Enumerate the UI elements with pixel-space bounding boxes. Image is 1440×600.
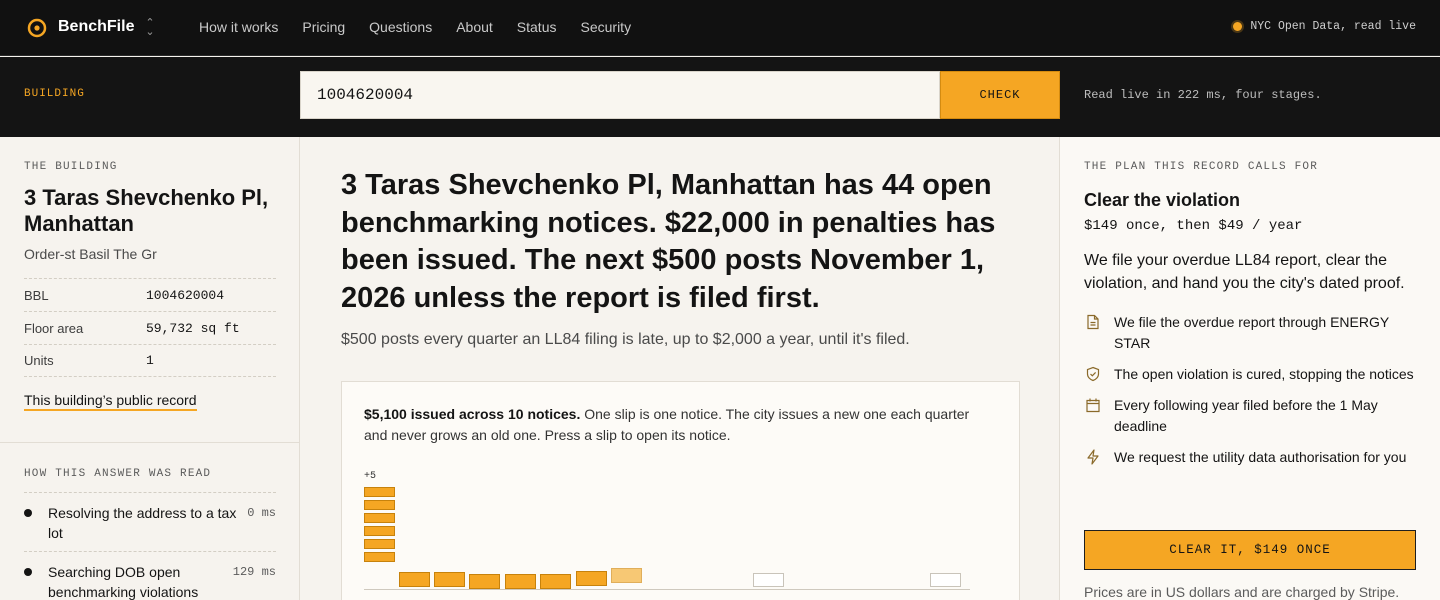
fact-label: BBL	[24, 287, 49, 303]
live-status-text: NYC Open Data, read live	[1250, 20, 1416, 33]
fact-value: 1004620004	[146, 287, 225, 303]
plan-title: Clear the violation	[1084, 190, 1241, 210]
fact-label: Floor area	[24, 320, 84, 336]
slip-row	[342, 382, 1021, 600]
notice-slip[interactable]	[505, 574, 536, 589]
building-search-input[interactable]: 1004620004	[300, 71, 940, 119]
read-step-time: 129 ms	[232, 565, 276, 579]
read-timing-note: Read live in 222 ms, four stages.	[1084, 88, 1322, 102]
plan-eyebrow: THE PLAN THIS RECORD CALLS FOR	[1084, 161, 1319, 173]
plan-feature: We file the overdue report through ENERG…	[1084, 312, 1416, 354]
building-facts: BBL 1004620004 Floor area 59,732 sq ft U…	[24, 278, 276, 377]
live-status: NYC Open Data, read live	[1233, 20, 1416, 33]
notice-slip[interactable]	[576, 571, 607, 586]
fact-row: BBL 1004620004	[24, 278, 276, 311]
notice-slip[interactable]	[399, 572, 430, 587]
read-steps: Resolving the address to a tax lot 0 ms …	[24, 492, 276, 600]
pricing-fine-print: Prices are in US dollars and are charged…	[1084, 584, 1400, 600]
nav-link-pricing[interactable]: Pricing	[302, 19, 345, 35]
plan-feature-text: The open violation is cured, stopping th…	[1114, 366, 1414, 382]
lightning-icon	[1087, 449, 1099, 465]
plan-feature: We request the utility data authorisatio…	[1084, 447, 1416, 468]
search-band: BUILDING 1004620004 CHECK Read live in 2…	[0, 57, 1440, 137]
read-step: Searching DOB open benchmarking violatio…	[24, 551, 276, 600]
result-subline: $500 posts every quarter an LL84 filing …	[341, 331, 910, 348]
clear-it-button[interactable]: CLEAR IT, $149 ONCE	[1084, 530, 1416, 570]
main-content: 3 Taras Shevchenko Pl, Manhattan has 44 …	[301, 137, 1059, 600]
building-label: BUILDING	[24, 88, 85, 100]
notice-slip[interactable]	[434, 572, 465, 587]
read-step-time: 0 ms	[247, 506, 276, 520]
how-read-eyebrow: HOW THIS ANSWER WAS READ	[24, 468, 212, 480]
plan-price: $149 once, then $49 / year	[1084, 218, 1303, 234]
fact-row: Units 1	[24, 344, 276, 377]
fact-value: 59,732 sq ft	[146, 320, 240, 336]
notice-slip[interactable]	[611, 568, 642, 583]
nav-link-about[interactable]: About	[456, 19, 493, 35]
plan-feature-text: We request the utility data authorisatio…	[1114, 449, 1407, 465]
plan-feature: The open violation is cured, stopping th…	[1084, 364, 1416, 385]
brand-name[interactable]: BenchFile	[58, 18, 134, 36]
fact-label: Units	[24, 353, 54, 368]
plan-panel: THE PLAN THIS RECORD CALLS FOR Clear the…	[1059, 137, 1440, 600]
notice-slip[interactable]	[753, 573, 784, 587]
fact-value: 1	[146, 353, 154, 368]
shield-check-icon	[1086, 366, 1100, 382]
divider	[0, 442, 300, 443]
read-step-text: Searching DOB open benchmarking violatio…	[48, 564, 199, 600]
plan-features: We file the overdue report through ENERG…	[1084, 312, 1416, 478]
notices-card: $5,100 issued across 10 notices. One sli…	[341, 381, 1020, 600]
notice-slip[interactable]	[540, 574, 571, 589]
timeline-axis	[364, 589, 970, 590]
nav-links: How it works Pricing Questions About Sta…	[199, 19, 655, 35]
plan-feature-text: Every following year filed before the 1 …	[1114, 397, 1378, 434]
chevron-updown-icon[interactable]: ⌃ ⌄	[144, 18, 156, 38]
nav-link-how-it-works[interactable]: How it works	[199, 19, 278, 35]
nav-link-security[interactable]: Security	[581, 19, 632, 35]
nav-link-questions[interactable]: Questions	[369, 19, 432, 35]
plan-feature-text: We file the overdue report through ENERG…	[1114, 314, 1389, 351]
building-name: 3 Taras Shevchenko Pl, Manhattan	[24, 185, 269, 236]
public-record-link[interactable]: This building’s public record	[24, 392, 197, 411]
result-headline: 3 Taras Shevchenko Pl, Manhattan has 44 …	[341, 169, 996, 314]
calendar-icon	[1086, 398, 1100, 413]
notice-slip[interactable]	[469, 574, 500, 589]
document-icon	[1087, 314, 1099, 330]
building-owner: Order-st Basil The Gr	[24, 246, 157, 262]
notice-slip[interactable]	[930, 573, 961, 587]
live-dot-icon	[1233, 22, 1243, 31]
fact-row: Floor area 59,732 sq ft	[24, 311, 276, 344]
read-step-text: Resolving the address to a tax lot	[48, 505, 237, 541]
building-sidebar: THE BUILDING 3 Taras Shevchenko Pl, Manh…	[0, 137, 300, 600]
check-button[interactable]: CHECK	[940, 71, 1060, 119]
nav-link-status[interactable]: Status	[517, 19, 557, 35]
top-nav: BenchFile ⌃ ⌄ How it works Pricing Questi…	[0, 0, 1440, 56]
plan-description: We file your overdue LL84 report, clear …	[1084, 252, 1405, 292]
read-step: Resolving the address to a tax lot 0 ms	[24, 492, 276, 551]
building-eyebrow: THE BUILDING	[24, 161, 118, 173]
plan-feature: Every following year filed before the 1 …	[1084, 395, 1416, 437]
benchfile-logo-icon[interactable]	[26, 17, 48, 39]
